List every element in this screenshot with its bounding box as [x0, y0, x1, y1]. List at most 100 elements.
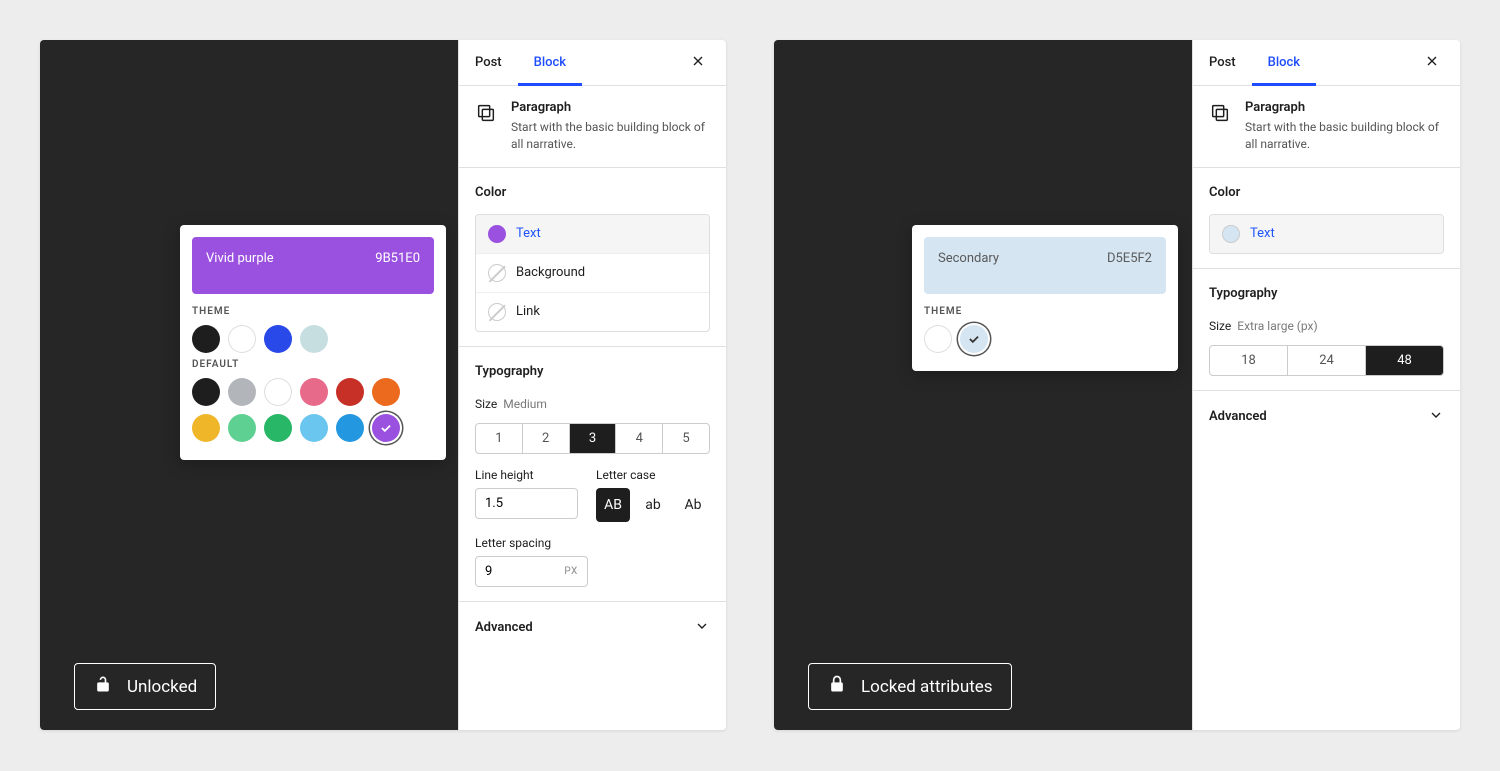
- color-swatch[interactable]: [192, 414, 220, 442]
- color-swatch[interactable]: [924, 325, 952, 353]
- current-color-chip: Secondary D5E5F2: [924, 237, 1166, 294]
- color-row-background-label: Background: [516, 265, 585, 280]
- color-swatch[interactable]: [192, 325, 220, 353]
- typography-section: Typography Size Extra large (px): [1193, 269, 1460, 391]
- left-sidebar: Post Block Paragraph Start with the basi…: [458, 40, 726, 730]
- color-swatch[interactable]: [264, 378, 292, 406]
- color-row-text[interactable]: Text: [1210, 215, 1443, 253]
- size-option[interactable]: 24: [1288, 346, 1366, 375]
- color-swatch[interactable]: [372, 378, 400, 406]
- letter-spacing-value: 9: [485, 564, 492, 579]
- unlock-icon: [93, 674, 113, 699]
- size-option[interactable]: 3: [570, 424, 617, 453]
- color-row-text-label: Text: [516, 226, 541, 241]
- color-section: Color Text Background: [459, 168, 726, 347]
- block-header: Paragraph Start with the basic building …: [459, 86, 726, 168]
- color-more-button[interactable]: [688, 182, 710, 204]
- size-option[interactable]: 5: [663, 424, 709, 453]
- color-swatch[interactable]: [228, 378, 256, 406]
- color-swatch[interactable]: [228, 414, 256, 442]
- letter-case-option[interactable]: ab: [636, 488, 670, 522]
- color-swatch[interactable]: [300, 325, 328, 353]
- size-option[interactable]: 18: [1210, 346, 1288, 375]
- tab-block[interactable]: Block: [518, 40, 582, 86]
- typography-section-title: Typography: [1209, 286, 1278, 301]
- size-option[interactable]: 4: [616, 424, 663, 453]
- tabs: Post Block: [459, 40, 726, 86]
- typography-section-title: Typography: [475, 364, 544, 379]
- tab-post[interactable]: Post: [1193, 40, 1252, 86]
- default-swatch-grid: [192, 378, 434, 442]
- color-swatch[interactable]: [336, 414, 364, 442]
- block-description: Start with the basic building block of a…: [1245, 119, 1444, 153]
- block-description: Start with the basic building block of a…: [511, 119, 710, 153]
- letter-case-option[interactable]: AB: [596, 488, 630, 522]
- left-canvas: Vivid purple 9B51E0 THEME DEFAULT Unlock…: [40, 40, 458, 730]
- lock-badge-label: Locked attributes: [861, 677, 993, 697]
- theme-swatch-grid: [924, 325, 1166, 353]
- right-sidebar: Post Block Paragraph Start with the basi…: [1192, 40, 1460, 730]
- letter-spacing-unit: PX: [564, 566, 577, 577]
- advanced-toggle[interactable]: Advanced: [1193, 391, 1460, 443]
- close-icon: [690, 53, 706, 73]
- current-color-hex: D5E5F2: [1107, 251, 1152, 266]
- default-label: DEFAULT: [192, 359, 434, 370]
- unlock-badge-label: Unlocked: [127, 677, 197, 697]
- color-row-text-label: Text: [1250, 226, 1275, 241]
- color-swatch[interactable]: [264, 325, 292, 353]
- current-color-name: Secondary: [938, 251, 999, 266]
- size-option[interactable]: 48: [1366, 346, 1443, 375]
- close-button[interactable]: [682, 47, 714, 79]
- size-label: Size: [475, 397, 497, 411]
- color-section-title: Color: [1209, 185, 1240, 200]
- color-popover: Vivid purple 9B51E0 THEME DEFAULT: [180, 225, 446, 460]
- theme-label: THEME: [192, 306, 434, 317]
- color-row-text[interactable]: Text: [476, 215, 709, 254]
- size-option[interactable]: 1: [476, 424, 523, 453]
- chevron-down-icon: [1428, 407, 1444, 427]
- letter-case-option[interactable]: Ab: [676, 488, 710, 522]
- color-row-background[interactable]: Background: [476, 254, 709, 293]
- theme-swatch-grid: [192, 325, 434, 353]
- size-label: Size: [1209, 319, 1231, 333]
- color-swatch[interactable]: [228, 325, 256, 353]
- tab-post[interactable]: Post: [459, 40, 518, 86]
- letter-spacing-label: Letter spacing: [475, 536, 588, 550]
- color-more-button[interactable]: [1422, 182, 1444, 204]
- color-section-title: Color: [475, 185, 506, 200]
- typography-more-button[interactable]: [1422, 283, 1444, 305]
- color-swatch[interactable]: [336, 378, 364, 406]
- text-swatch: [488, 225, 506, 243]
- typography-more-button[interactable]: [688, 361, 710, 383]
- color-swatch[interactable]: [264, 414, 292, 442]
- tab-block[interactable]: Block: [1252, 40, 1316, 86]
- block-title: Paragraph: [1245, 100, 1444, 115]
- size-segmented: 12345: [475, 423, 710, 454]
- lock-icon: [827, 674, 847, 699]
- block-header: Paragraph Start with the basic building …: [1193, 86, 1460, 168]
- color-swatch[interactable]: [372, 414, 400, 442]
- size-preset: Medium: [503, 397, 547, 411]
- close-button[interactable]: [1416, 47, 1448, 79]
- line-height-input[interactable]: 1.5: [475, 488, 578, 519]
- current-color-hex: 9B51E0: [375, 251, 420, 266]
- background-swatch: [488, 264, 506, 282]
- size-option[interactable]: 2: [523, 424, 570, 453]
- color-swatch[interactable]: [300, 378, 328, 406]
- size-settings-button[interactable]: [688, 393, 710, 415]
- letter-case-label: Letter case: [596, 468, 710, 482]
- advanced-label: Advanced: [1209, 409, 1267, 424]
- current-color-chip: Vivid purple 9B51E0: [192, 237, 434, 294]
- color-swatch[interactable]: [192, 378, 220, 406]
- theme-label: THEME: [924, 306, 1166, 317]
- color-swatch[interactable]: [300, 414, 328, 442]
- color-row-link[interactable]: Link: [476, 293, 709, 331]
- tabs: Post Block: [1193, 40, 1460, 86]
- letter-case-group: ABabAb: [596, 488, 710, 522]
- color-options: Text: [1209, 214, 1444, 254]
- advanced-toggle[interactable]: Advanced: [459, 602, 726, 654]
- color-swatch[interactable]: [960, 325, 988, 353]
- color-row-link-label: Link: [516, 304, 540, 319]
- size-settings-button[interactable]: [1422, 315, 1444, 337]
- letter-spacing-input[interactable]: 9 PX: [475, 556, 588, 587]
